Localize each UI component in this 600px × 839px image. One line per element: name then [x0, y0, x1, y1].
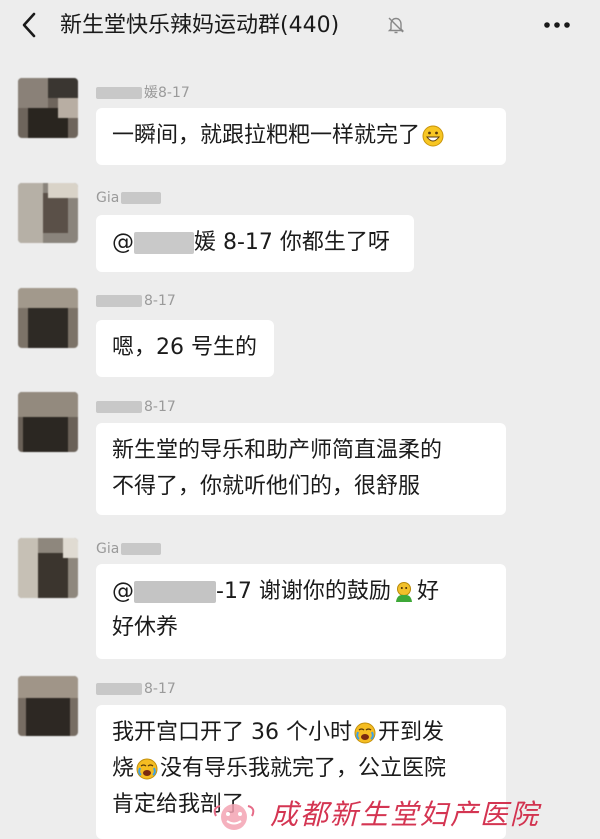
sender-name: Gia [96, 189, 163, 207]
crying-face-emoji [136, 758, 158, 780]
avatar[interactable] [18, 392, 78, 452]
hospital-watermark: 成都新生堂妇产医院 [210, 796, 600, 836]
bell-off-icon [387, 17, 405, 34]
more-dots-icon[interactable] [540, 14, 574, 36]
hospital-logo [213, 804, 255, 830]
message-bubble[interactable]: @ -17 谢谢你的鼓励 好 好休养 [96, 564, 506, 659]
grinning-face-emoji [422, 125, 444, 147]
redacted-mention [134, 581, 216, 603]
avatar[interactable] [18, 288, 78, 348]
chat-title: 新生堂快乐辣妈运动群(440) [60, 13, 340, 38]
crying-face-emoji [354, 722, 376, 744]
message-bubble[interactable]: 一瞬间，就跟拉粑粑一样就完了 [96, 108, 506, 165]
message-bubble[interactable]: 嗯，26 号生的 [96, 320, 274, 377]
avatar[interactable] [18, 676, 78, 736]
redacted-mention [134, 232, 194, 254]
avatar[interactable] [18, 78, 78, 138]
sender-name: 8-17 [96, 292, 176, 310]
message-bubble[interactable]: @ 媛 8-17 你都生了呀 [96, 215, 414, 272]
sender-name: 媛8-17 [96, 84, 190, 102]
sender-name: 8-17 [96, 398, 176, 416]
avatar[interactable] [18, 183, 78, 243]
chat-header: 新生堂快乐辣妈运动群(440) [0, 0, 600, 52]
sender-name: Gia [96, 540, 163, 558]
sender-name: 8-17 [96, 680, 176, 698]
watermark-text: 成都新生堂妇产医院 [270, 798, 541, 831]
avatar[interactable] [18, 538, 78, 598]
chevron-left-icon[interactable] [18, 11, 42, 39]
green-figure-emoji [395, 582, 412, 602]
message-bubble[interactable]: 新生堂的导乐和助产师简直温柔的 不得了，你就听他们的，很舒服 [96, 423, 506, 515]
